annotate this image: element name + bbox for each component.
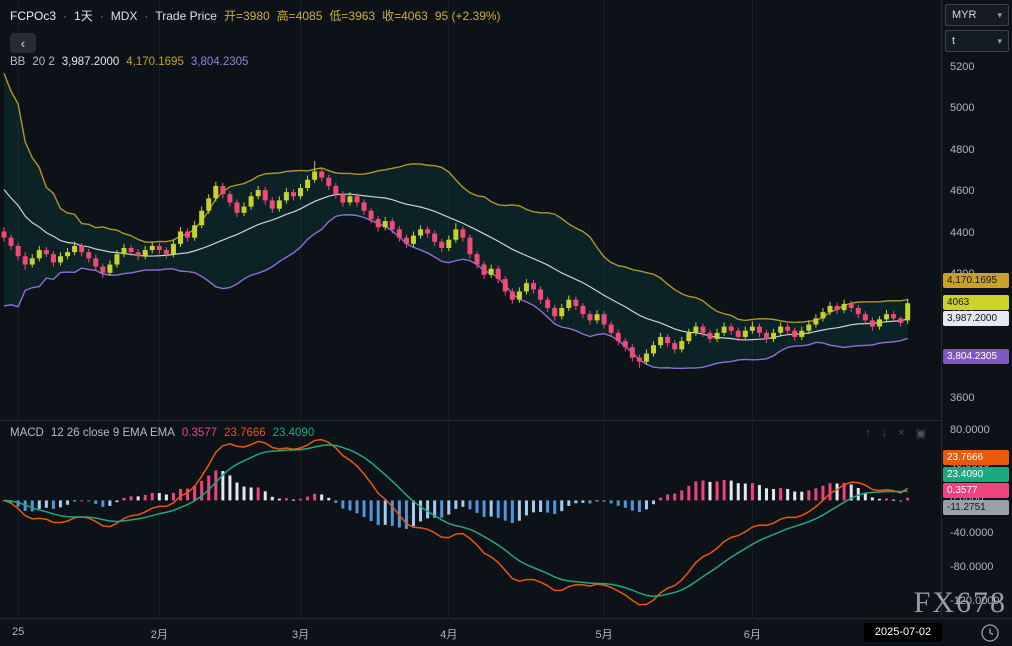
move-pane-down-icon[interactable]: ↓ xyxy=(882,427,888,440)
watermark: FX678 xyxy=(914,586,1007,620)
price-scale[interactable]: MYR ▾ t ▾ 520050004800460044004200400038… xyxy=(941,0,1012,618)
close-value: 4063 xyxy=(401,9,428,23)
back-button[interactable]: ‹ xyxy=(10,33,36,53)
close-pane-icon[interactable]: × xyxy=(898,427,904,440)
bb-lower-value: 3,804.2305 xyxy=(191,56,249,68)
macd-name: MACD xyxy=(10,427,44,439)
bb-upper-value: 4,170.1695 xyxy=(126,56,184,68)
currency-select[interactable]: MYR ▾ xyxy=(945,4,1009,26)
time-axis-label: 4月 xyxy=(429,626,469,642)
unit-value: t xyxy=(952,35,955,47)
time-axis-label: 2月 xyxy=(139,626,179,642)
trading-chart-app: FCPOc3 · 1天 · MDX · Trade Price 开=3980 高… xyxy=(0,0,1012,646)
time-axis-label: 5月 xyxy=(584,626,624,642)
price-axis-tick: 5000 xyxy=(950,102,974,114)
open-value: 3980 xyxy=(243,9,270,23)
bb-params: 20 2 xyxy=(32,56,54,68)
price-type-label: Trade Price xyxy=(155,9,217,23)
macd-aux-tag: -11.2751 xyxy=(943,500,1009,515)
macd-signal-value: 23.4090 xyxy=(273,427,315,439)
symbol-legend: FCPOc3 · 1天 · MDX · Trade Price 开=3980 高… xyxy=(10,7,501,24)
low-field: 低=3963 xyxy=(329,7,375,24)
bb-basis-value: 3,987.2000 xyxy=(62,56,120,68)
low-label: 低= xyxy=(329,9,348,23)
high-label: 高= xyxy=(277,9,296,23)
macd-axis-tick: -80.0000 xyxy=(950,561,993,573)
macd-hist-value: 0.3577 xyxy=(182,427,217,439)
bb-upper-tag: 4,170.1695 xyxy=(943,273,1009,288)
price-axis-tick: 4600 xyxy=(950,185,974,197)
separator-dot: · xyxy=(100,9,104,23)
price-axis-tick: 3600 xyxy=(950,392,974,404)
move-pane-up-icon[interactable]: ↑ xyxy=(865,427,871,440)
maximize-pane-icon[interactable]: ▣ xyxy=(916,427,926,440)
separator-dot: · xyxy=(144,9,148,23)
clock-icon[interactable] xyxy=(980,623,1000,643)
macd-axis-tick: 80.0000 xyxy=(950,424,990,436)
macd-value-tag: 23.7666 xyxy=(943,450,1009,465)
signal-value-tag: 23.4090 xyxy=(943,467,1009,482)
bb-lower-tag: 3,804.2305 xyxy=(943,349,1009,364)
exchange-label: MDX xyxy=(111,9,138,23)
change-value: 95 (+2.39%) xyxy=(435,9,501,23)
high-field: 高=4085 xyxy=(277,7,323,24)
macd-params: 12 26 close 9 EMA EMA xyxy=(51,427,175,439)
close-label: 收= xyxy=(382,9,401,23)
price-axis-tick: 5200 xyxy=(950,61,974,73)
open-field: 开=3980 xyxy=(224,7,270,24)
bb-basis-tag: 3,987.2000 xyxy=(943,311,1009,326)
price-axis-tick: 4800 xyxy=(950,144,974,156)
macd-chart-canvas[interactable] xyxy=(0,421,942,619)
time-scale[interactable]: 25 2月 3月 4月 5月 6月 2025-07-02 xyxy=(0,618,1012,646)
low-value: 3963 xyxy=(348,9,375,23)
pane-controls: ↑ ↓ × ▣ xyxy=(865,427,926,440)
bb-legend[interactable]: BB 20 2 3,987.2000 4,170.1695 3,804.2305 xyxy=(10,56,248,68)
time-axis-label: 25 xyxy=(0,626,38,638)
high-value: 4085 xyxy=(296,9,323,23)
macd-legend[interactable]: MACD 12 26 close 9 EMA EMA 0.3577 23.766… xyxy=(10,427,314,439)
price-pane[interactable]: FCPOc3 · 1天 · MDX · Trade Price 开=3980 高… xyxy=(0,0,942,420)
interval-label: 1天 xyxy=(74,7,93,24)
unit-select[interactable]: t ▾ xyxy=(945,30,1009,52)
time-axis-label: 3月 xyxy=(281,626,321,642)
symbol-name: FCPOc3 xyxy=(10,9,56,23)
hist-value-tag: 0.3577 xyxy=(943,483,1009,498)
chevron-down-icon: ▾ xyxy=(997,36,1002,47)
price-axis-tick: 4400 xyxy=(950,227,974,239)
separator-dot: · xyxy=(63,9,67,23)
bb-name: BB xyxy=(10,56,25,68)
macd-line-value: 23.7666 xyxy=(224,427,266,439)
macd-axis-tick: -40.0000 xyxy=(950,527,993,539)
close-field: 收=4063 xyxy=(382,7,428,24)
macd-pane[interactable]: MACD 12 26 close 9 EMA EMA 0.3577 23.766… xyxy=(0,420,942,619)
open-label: 开= xyxy=(224,9,243,23)
chevron-down-icon: ▾ xyxy=(997,10,1002,21)
time-axis-label: 6月 xyxy=(732,626,772,642)
last-price-tag: 4063 xyxy=(943,295,1009,310)
currency-value: MYR xyxy=(952,9,976,21)
current-date-box: 2025-07-02 xyxy=(864,623,942,642)
